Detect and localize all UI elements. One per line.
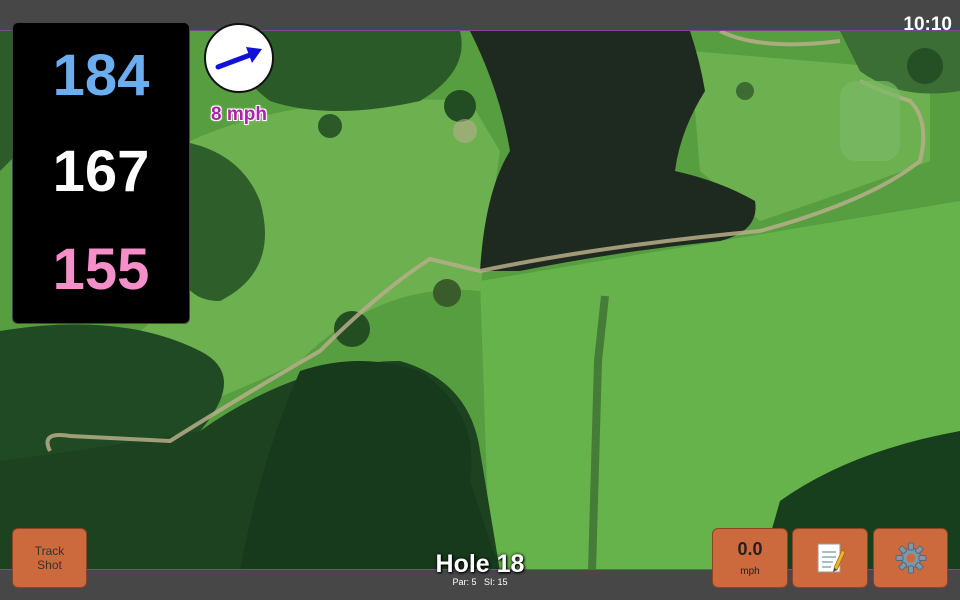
par-label: Par: 5 — [452, 577, 477, 587]
gear-icon — [895, 542, 926, 574]
speed-value: 0.0 — [737, 539, 763, 559]
hole-title: Hole 18 — [435, 550, 525, 578]
wind-speed-label: 8 mph — [211, 104, 267, 125]
front-distance: 155 — [52, 237, 150, 302]
distance-panel: 184 167 155 — [12, 22, 190, 324]
speed-button[interactable]: 0.0 mph — [712, 528, 788, 588]
speed-unit: mph — [740, 566, 760, 577]
wind-indicator — [204, 23, 274, 93]
back-distance: 184 — [52, 43, 150, 108]
wind-arrow-icon — [215, 47, 262, 70]
notes-button[interactable] — [792, 528, 868, 588]
settings-button[interactable] — [873, 528, 948, 588]
notepad-icon — [817, 543, 845, 573]
middle-distance: 167 — [52, 139, 150, 204]
stroke-index-label: SI: 15 — [484, 577, 508, 587]
track-shot-line1: Track — [34, 544, 65, 558]
track-shot-button[interactable]: Track Shot — [12, 528, 87, 588]
track-shot-line2: Shot — [37, 558, 62, 572]
hole-details: Par: 5 SI: 15 — [380, 577, 580, 587]
